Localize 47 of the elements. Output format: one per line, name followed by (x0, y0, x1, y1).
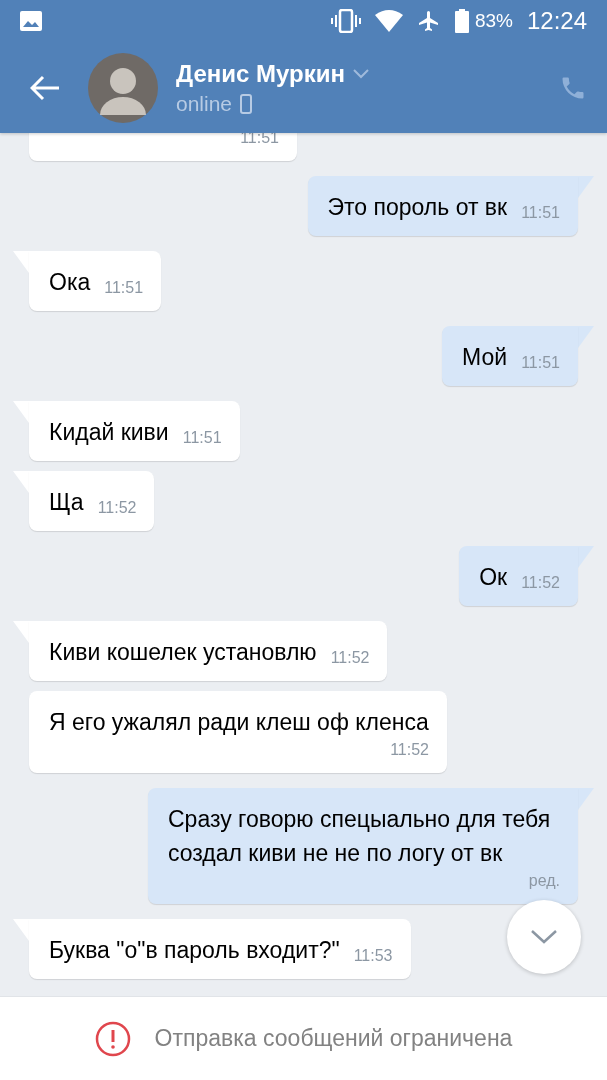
incoming-message[interactable]: Ща 11:52 (29, 471, 155, 531)
incoming-message[interactable]: Я его ужалял ради клеш оф кленса 11:52 (29, 691, 447, 773)
vibrate-icon (330, 9, 361, 33)
outgoing-message[interactable]: Это пороль от вк 11:51 (307, 176, 578, 236)
message-time: 11:51 (182, 428, 222, 448)
message-text: Ща (49, 488, 84, 517)
image-icon (20, 11, 42, 31)
message-time: 11:52 (390, 740, 429, 760)
scroll-down-button[interactable] (507, 900, 581, 974)
message-time: 11:52 (97, 498, 137, 518)
chevron-down-icon (531, 930, 557, 944)
message-text: Буква "о"в пароль входит?" (49, 936, 340, 965)
avatar[interactable] (88, 52, 158, 123)
message-text: Сразу говорю спецыально для тебя создал киви не не по логу от вк (168, 805, 552, 868)
chevron-down-icon[interactable] (352, 68, 369, 79)
battery-icon (454, 9, 469, 33)
message-text: Киви кошелек установлю (49, 638, 317, 667)
message-time: 11:53 (353, 946, 393, 966)
incoming-message[interactable]: Ока 11:51 (29, 251, 162, 311)
back-icon[interactable] (30, 74, 60, 101)
message-text: Я его ужалял ради клеш оф кленса (49, 708, 429, 737)
outgoing-message[interactable]: Сразу говорю спецыально для тебя создал киви не не по логу от вк ред. (148, 788, 578, 904)
outgoing-message[interactable]: Ок 11:52 (459, 546, 578, 606)
online-status: online (176, 91, 233, 116)
incoming-message[interactable]: Буква "о"в пароль входит?" 11:53 (29, 919, 411, 979)
message-text: Это пороль от вк (327, 193, 508, 222)
message-time: 11:51 (104, 278, 144, 298)
message-text: Кидай киви (49, 418, 169, 447)
message-text: Ока (49, 268, 91, 297)
message-time: 11:52 (330, 648, 370, 668)
airplane-icon (416, 9, 441, 33)
warning-icon (94, 1020, 131, 1057)
outgoing-message[interactable]: Мой 11:51 (442, 326, 578, 386)
incoming-message[interactable]: Кидай киви 11:51 (29, 401, 240, 461)
contact-name[interactable]: Денис Муркин (176, 59, 345, 88)
message-text: Ок (479, 563, 508, 592)
message-time: 11:51 (521, 353, 560, 373)
incoming-message[interactable]: Киви кошелек установлю 11:52 (29, 621, 388, 681)
wifi-icon (374, 10, 403, 32)
restriction-notice: Отправка сообщений ограничена (154, 1025, 513, 1052)
message-time: 11:51 (521, 203, 560, 223)
message-text: Мой (462, 343, 508, 372)
message-time: 11:52 (521, 573, 560, 593)
clock: 12:24 (526, 7, 587, 35)
phone-device-icon (240, 93, 253, 114)
battery-percent: 83% (474, 10, 513, 32)
message-time: ред. (528, 871, 560, 891)
